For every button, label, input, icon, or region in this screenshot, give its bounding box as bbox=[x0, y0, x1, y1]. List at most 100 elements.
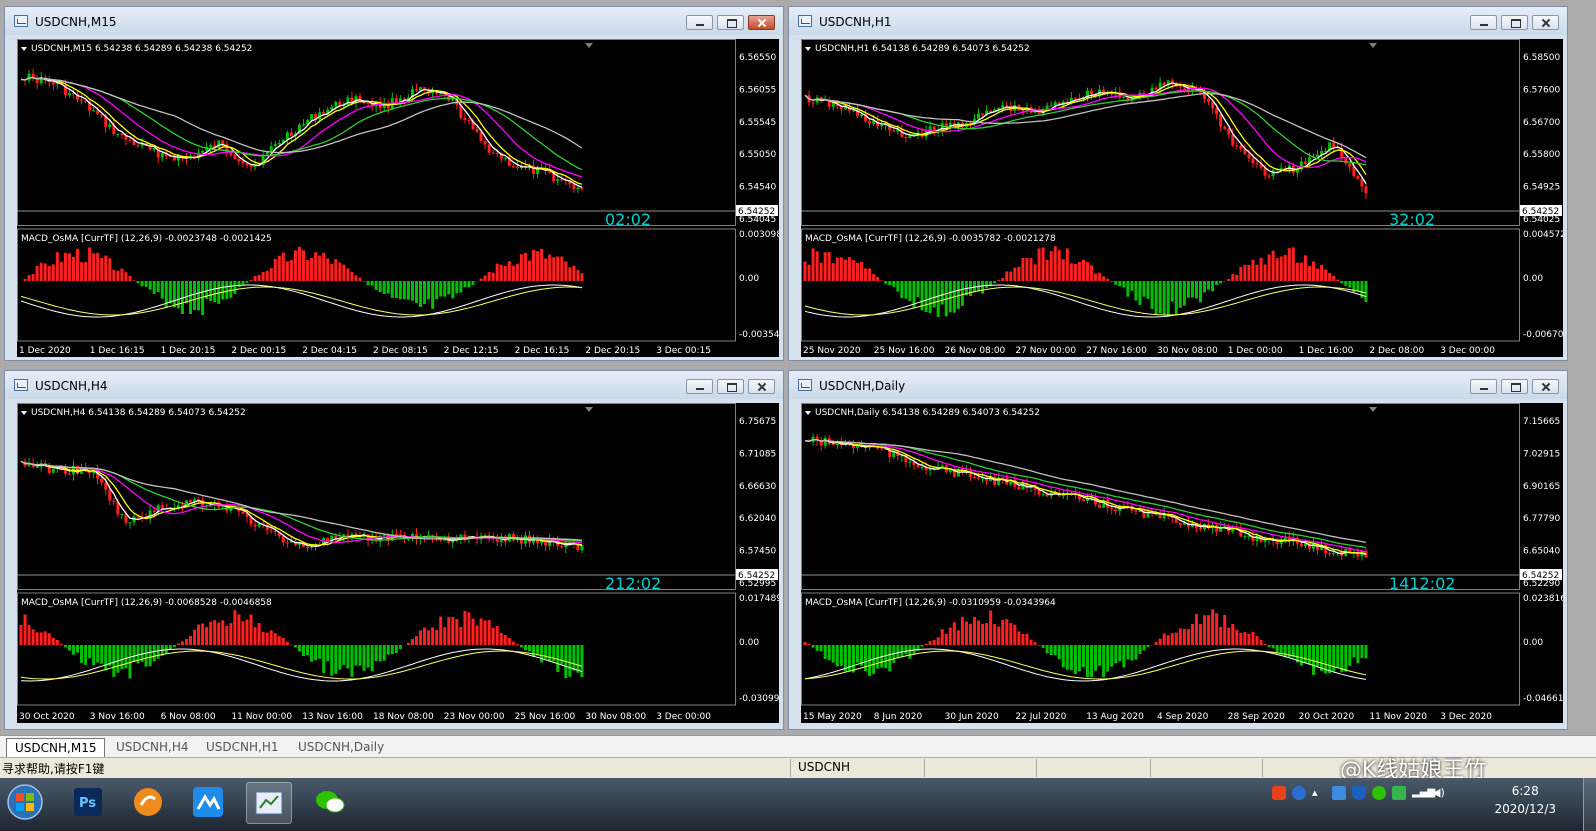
chart-canvas[interactable]: USDCNH,H1 6.54138 6.54289 6.54073 6.5425… bbox=[801, 39, 1575, 357]
shield-icon[interactable] bbox=[1352, 786, 1366, 800]
chart-canvas[interactable]: USDCNH,Daily 6.54138 6.54289 6.54073 6.5… bbox=[801, 403, 1575, 723]
macd-bar bbox=[471, 618, 475, 645]
minimize-button[interactable] bbox=[1470, 15, 1497, 30]
candle-body bbox=[1279, 167, 1283, 169]
maximize-button[interactable] bbox=[1501, 15, 1528, 30]
window-titlebar[interactable]: USDCNH,H1 bbox=[789, 7, 1567, 35]
candle-body bbox=[487, 144, 491, 153]
macd-bar bbox=[1199, 624, 1202, 645]
macd-bar bbox=[1328, 272, 1332, 281]
macd-bar bbox=[944, 633, 948, 645]
macd-bar bbox=[1130, 645, 1134, 661]
window-titlebar[interactable]: USDCNH,H4 bbox=[5, 371, 783, 399]
macd-bar bbox=[1162, 633, 1166, 645]
macd-bar bbox=[884, 645, 888, 669]
candle-body bbox=[940, 465, 944, 468]
chart-shift-marker bbox=[1369, 43, 1377, 48]
tab-usdcnh-m15[interactable]: USDCNH,M15 bbox=[6, 738, 106, 757]
taskbar-metatrader[interactable] bbox=[246, 782, 292, 824]
candle-body bbox=[51, 82, 55, 85]
minimize-button[interactable] bbox=[686, 379, 713, 394]
macd-bar bbox=[1231, 623, 1235, 645]
macd-bar bbox=[532, 645, 536, 658]
macd-bar bbox=[872, 274, 876, 281]
macd-bar bbox=[556, 256, 560, 281]
time-axis-label: 1 Dec 20:15 bbox=[161, 346, 216, 356]
help-icon[interactable] bbox=[1292, 786, 1306, 800]
close-button[interactable] bbox=[748, 379, 775, 394]
macd-bar bbox=[1251, 631, 1255, 645]
chart-window-daily[interactable]: USDCNH,Daily USDCNH,Daily 6.54138 6.5428… bbox=[788, 370, 1575, 730]
window-title: USDCNH,Daily bbox=[819, 379, 906, 393]
macd-bar bbox=[1114, 645, 1118, 664]
maximize-button[interactable] bbox=[717, 15, 744, 30]
sogou-input-icon[interactable] bbox=[1272, 786, 1286, 800]
chevron-up-icon[interactable]: ▴ bbox=[1312, 786, 1326, 800]
chart-svg[interactable]: USDCNH,M15 6.54238 6.54289 6.54238 6.542… bbox=[17, 39, 791, 357]
maximize-button[interactable] bbox=[717, 379, 744, 394]
candle-body bbox=[116, 133, 120, 135]
candle-body bbox=[330, 106, 334, 110]
macd-bar bbox=[164, 645, 168, 654]
start-button[interactable] bbox=[2, 782, 48, 822]
chart-info-text: USDCNH,H4 6.54138 6.54289 6.54073 6.5425… bbox=[31, 408, 246, 418]
macd-bar bbox=[1215, 613, 1219, 645]
macd-bar bbox=[884, 281, 888, 284]
macd-bar bbox=[221, 281, 225, 300]
volume-icon[interactable]: ◀) bbox=[1432, 786, 1446, 800]
candle-body bbox=[495, 538, 499, 542]
taskbar-wechat[interactable] bbox=[308, 782, 352, 822]
price-pane-frame bbox=[17, 39, 736, 226]
time-axis-label: 2 Dec 00:15 bbox=[231, 346, 286, 356]
tab-usdcnh-h4[interactable]: USDCNH,H4 bbox=[108, 738, 197, 756]
macd-bar bbox=[354, 275, 358, 281]
chart-window-m15[interactable]: USDCNH,M15 USDCNH,M15 6.54238 6.54289 6.… bbox=[4, 6, 791, 361]
chart-svg[interactable]: USDCNH,H1 6.54138 6.54289 6.54073 6.5425… bbox=[801, 39, 1575, 357]
close-button[interactable] bbox=[748, 15, 775, 30]
chart-svg[interactable]: USDCNH,H4 6.54138 6.54289 6.54073 6.5425… bbox=[17, 403, 791, 723]
candle-body bbox=[152, 510, 156, 512]
wechat-tray-icon[interactable] bbox=[1372, 786, 1386, 800]
candle-body bbox=[128, 522, 132, 524]
window-titlebar[interactable]: USDCNH,Daily bbox=[789, 371, 1567, 399]
chart-svg[interactable]: USDCNH,Daily 6.54138 6.54289 6.54073 6.5… bbox=[801, 403, 1575, 723]
macd-bar bbox=[209, 621, 213, 645]
minimize-button[interactable] bbox=[686, 15, 713, 30]
macd-bar bbox=[1279, 256, 1283, 281]
macd-bar bbox=[1162, 281, 1166, 316]
candle-body bbox=[1037, 490, 1041, 495]
minimize-button[interactable] bbox=[1470, 379, 1497, 394]
window-titlebar[interactable]: USDCNH,M15 bbox=[5, 7, 783, 35]
chart-window-h1[interactable]: USDCNH,H1 USDCNH,H1 6.54138 6.54289 6.54… bbox=[788, 6, 1575, 361]
taskbar-app-blue[interactable] bbox=[186, 782, 230, 822]
maximize-button[interactable] bbox=[1501, 379, 1528, 394]
macd-bar bbox=[1332, 275, 1336, 281]
macd-bar bbox=[382, 645, 386, 661]
candle-body bbox=[981, 113, 985, 115]
tray-green-icon[interactable] bbox=[1392, 786, 1406, 800]
tab-usdcnh-h1[interactable]: USDCNH,H1 bbox=[198, 738, 287, 756]
macd-bar bbox=[1267, 645, 1271, 648]
macd-bar bbox=[261, 631, 265, 645]
macd-bar bbox=[1057, 645, 1061, 660]
candle-body bbox=[273, 144, 277, 147]
candle-body bbox=[1267, 175, 1271, 177]
macd-bar bbox=[362, 281, 366, 282]
chart-canvas[interactable]: USDCNH,M15 6.54238 6.54289 6.54238 6.542… bbox=[17, 39, 791, 357]
taskbar-clock[interactable]: 6:28 2020/12/3 bbox=[1494, 782, 1556, 818]
ma-white-line bbox=[20, 460, 583, 548]
macd-bar bbox=[1267, 254, 1271, 281]
macd-bar bbox=[84, 645, 88, 665]
tab-usdcnh-daily[interactable]: USDCNH,Daily bbox=[290, 738, 392, 756]
taskbar-app-orange[interactable] bbox=[126, 782, 170, 822]
close-button[interactable] bbox=[1532, 379, 1559, 394]
taskbar-photoshop[interactable]: Ps bbox=[66, 782, 110, 822]
signal-icon[interactable]: ▂▄▆ bbox=[1412, 786, 1435, 800]
close-button[interactable] bbox=[1532, 15, 1559, 30]
chart-window-h4[interactable]: USDCNH,H4 USDCNH,H4 6.54138 6.54289 6.54… bbox=[4, 370, 791, 730]
candle-body bbox=[515, 166, 519, 169]
macd-bar bbox=[136, 281, 140, 284]
show-desktop-button[interactable] bbox=[1583, 778, 1596, 831]
chart-canvas[interactable]: USDCNH,H4 6.54138 6.54289 6.54073 6.5425… bbox=[17, 403, 791, 723]
network-app-icon[interactable] bbox=[1332, 786, 1346, 800]
